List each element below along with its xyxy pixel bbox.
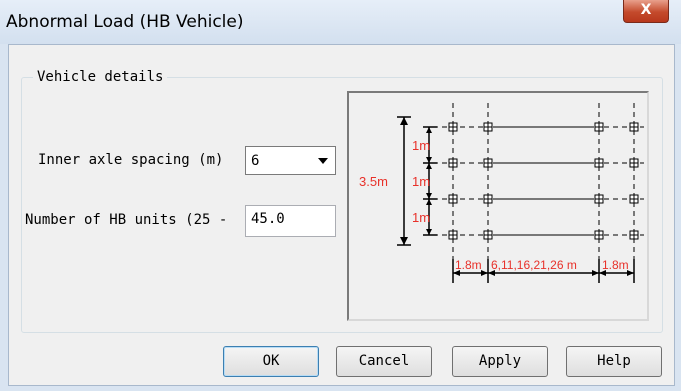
apply-button[interactable]: Apply — [452, 346, 548, 377]
label-gap-bottom: 1m — [412, 210, 430, 225]
label-right-spacing: 1.8m — [602, 258, 629, 272]
dialog-body: Vehicle details Inner axle spacing (m) 6… — [8, 44, 675, 386]
ok-button[interactable]: OK — [223, 346, 319, 377]
hb-vehicle-diagram: 3.5m 1m 1m 1m 1.8m 6,11,16,21,26 m 1.8m — [347, 91, 649, 321]
wheel-cross-group — [449, 123, 638, 239]
total-width-dimension — [397, 116, 411, 246]
label-total-width: 3.5m — [359, 174, 388, 189]
axle-layout-drawing: 3.5m 1m 1m 1m 1.8m 6,11,16,21,26 m 1.8m — [359, 103, 644, 283]
cancel-button[interactable]: Cancel — [336, 346, 432, 377]
inner-axle-spacing-value: 6 — [251, 153, 260, 169]
chevron-down-icon[interactable] — [318, 158, 328, 164]
dialog-window: Abnormal Load (HB Vehicle) X Vehicle det… — [0, 0, 681, 391]
wheel-line-group — [452, 103, 635, 259]
hb-units-input[interactable]: 45.0 — [245, 205, 336, 237]
axle-line-group — [424, 126, 644, 236]
help-button[interactable]: Help — [566, 346, 662, 377]
hb-units-label: Number of HB units (25 - — [25, 212, 228, 228]
group-label: Vehicle details — [33, 69, 168, 85]
title-bar[interactable]: Abnormal Load (HB Vehicle) X — [0, 0, 681, 44]
inner-axle-spacing-select[interactable]: 6 — [245, 146, 336, 175]
close-button[interactable]: X — [623, 0, 669, 23]
inner-axle-spacing-label: Inner axle spacing (m) — [38, 152, 224, 168]
label-gap-top: 1m — [412, 138, 430, 153]
label-gap-middle: 1m — [412, 174, 430, 189]
wheel-square-group — [448, 122, 639, 240]
label-inner-spacing: 6,11,16,21,26 m — [491, 258, 577, 272]
window-title: Abnormal Load (HB Vehicle) — [6, 12, 244, 32]
label-left-spacing: 1.8m — [455, 258, 482, 272]
